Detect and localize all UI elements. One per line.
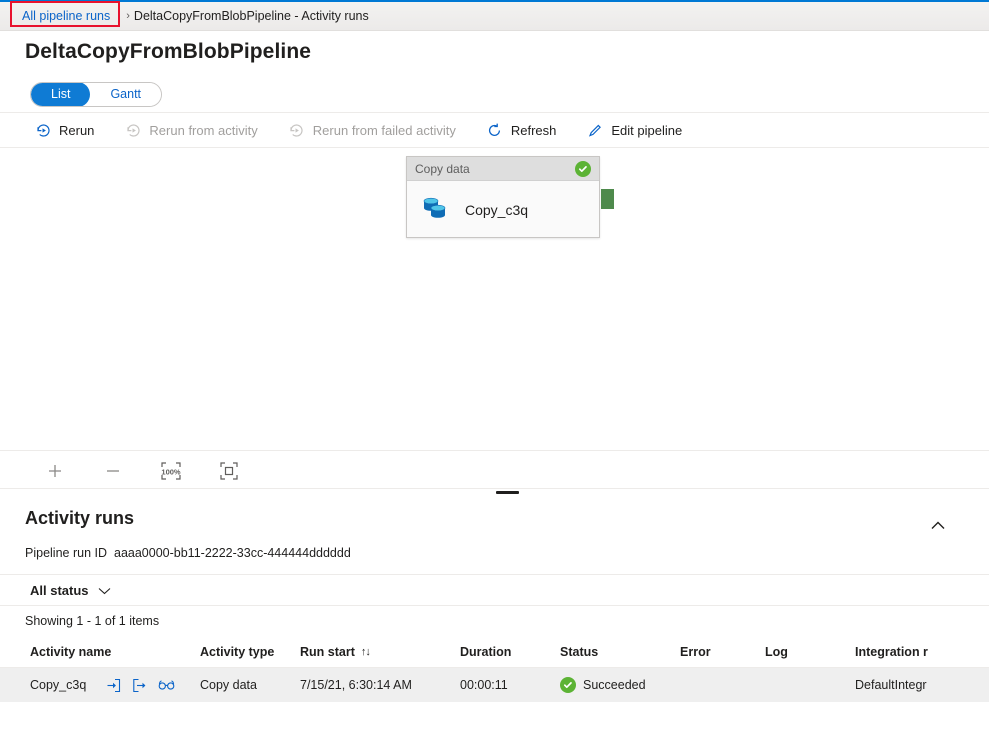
- activity-runs-table: Activity name Activity type Run start ↑↓…: [0, 636, 989, 702]
- rerun-from-activity-icon: [124, 121, 142, 139]
- canvas-zoom-controls: 100%: [0, 450, 989, 490]
- refresh-icon: [486, 121, 504, 139]
- status-badge-label: Succeeded: [583, 678, 646, 692]
- chevron-down-icon: [98, 583, 111, 598]
- cell-activity-name-label: Copy_c3q: [30, 678, 87, 692]
- activity-runs-header: Activity runs: [0, 496, 989, 540]
- rerun-from-activity-button[interactable]: Rerun from activity: [120, 117, 269, 143]
- activity-card-header: Copy data: [407, 157, 599, 181]
- pipeline-canvas[interactable]: Copy data Copy_c3q: [0, 148, 989, 448]
- refresh-label: Refresh: [510, 122, 557, 138]
- activity-runs-panel: Activity runs Pipeline run ID aaaa0000-b…: [0, 496, 989, 742]
- input-icon[interactable]: [106, 678, 121, 693]
- chevron-up-icon[interactable]: [927, 514, 949, 536]
- rerun-button[interactable]: Rerun: [30, 117, 106, 143]
- cell-duration: 00:00:11: [460, 678, 508, 692]
- activity-runs-filter-row: All status: [0, 574, 989, 606]
- activity-card-copy-data[interactable]: Copy data Copy_c3q: [406, 156, 600, 238]
- details-glasses-icon[interactable]: [158, 679, 175, 691]
- activity-card-type-label: Copy data: [415, 161, 470, 176]
- panel-splitter[interactable]: [0, 488, 989, 494]
- zoom-to-fit-icon[interactable]: [218, 460, 240, 482]
- cell-integration-runtime: DefaultIntegr: [855, 678, 927, 692]
- column-header-duration[interactable]: Duration: [460, 645, 560, 659]
- table-row[interactable]: Copy_c3q Copy data 7/15/21, 6:30:14 AM 0…: [0, 668, 989, 702]
- activity-output-connector[interactable]: [601, 189, 614, 209]
- breadcrumb-current-label: DeltaCopyFromBlobPipeline - Activity run…: [133, 9, 369, 23]
- activity-card-name: Copy_c3q: [465, 201, 529, 218]
- refresh-button[interactable]: Refresh: [482, 117, 569, 143]
- zoom-in-icon[interactable]: [44, 460, 66, 482]
- rerun-from-failed-activity-label: Rerun from failed activity: [312, 122, 456, 138]
- pipeline-run-id-value: aaaa0000-bb11-2222-33cc-444444dddddd: [114, 546, 351, 560]
- activity-runs-title: Activity runs: [25, 507, 135, 528]
- status-filter-label: All status: [30, 582, 89, 598]
- svg-text:100%: 100%: [161, 467, 181, 476]
- cell-run-start: 7/15/21, 6:30:14 AM: [300, 678, 412, 692]
- breadcrumb-separator-icon: ›: [126, 10, 130, 22]
- column-header-integration-runtime[interactable]: Integration r: [855, 645, 985, 659]
- edit-pipeline-label: Edit pipeline: [611, 122, 683, 138]
- rerun-from-failed-activity-button[interactable]: Rerun from failed activity: [284, 117, 468, 143]
- breadcrumb-link-label[interactable]: All pipeline runs: [22, 9, 110, 23]
- pipeline-run-id-label: Pipeline run ID: [25, 546, 107, 560]
- zoom-reset-icon[interactable]: 100%: [160, 460, 182, 482]
- success-check-icon: [575, 160, 591, 177]
- column-header-run-start[interactable]: Run start ↑↓: [300, 645, 460, 659]
- view-toggle-list[interactable]: List: [31, 83, 91, 106]
- cell-activity-type: Copy data: [200, 678, 257, 692]
- toolbar: Rerun Rerun from activity Rerun from fai…: [0, 112, 989, 148]
- edit-pipeline-button[interactable]: Edit pipeline: [582, 117, 694, 143]
- breadcrumb-all-pipeline-runs[interactable]: All pipeline runs: [10, 1, 120, 27]
- pencil-icon: [586, 121, 604, 139]
- column-header-activity-type[interactable]: Activity type: [200, 645, 300, 659]
- rerun-from-activity-label: Rerun from activity: [149, 122, 258, 138]
- cell-activity-name: Copy_c3q: [0, 678, 200, 693]
- splitter-handle[interactable]: [496, 491, 519, 494]
- page-title: DeltaCopyFromBlobPipeline: [25, 40, 312, 63]
- cell-status: Succeeded: [560, 677, 680, 693]
- status-badge-success-icon: [560, 677, 576, 693]
- rerun-label: Rerun: [59, 122, 95, 138]
- table-header-row: Activity name Activity type Run start ↑↓…: [0, 636, 989, 668]
- column-header-activity-name[interactable]: Activity name: [0, 645, 200, 659]
- column-header-status[interactable]: Status: [560, 645, 680, 659]
- pipeline-run-id-row: Pipeline run ID aaaa0000-bb11-2222-33cc-…: [0, 540, 989, 566]
- row-action-icons: [106, 678, 175, 693]
- view-toggle: List Gantt: [30, 82, 163, 107]
- showing-count-label: Showing 1 - 1 of 1 items: [25, 614, 160, 628]
- rerun-icon: [34, 121, 52, 139]
- view-toggle-gantt[interactable]: Gantt: [90, 83, 162, 106]
- rerun-from-failed-activity-icon: [288, 121, 306, 139]
- output-icon[interactable]: [132, 678, 147, 693]
- sort-arrows-icon: ↑↓: [360, 645, 371, 658]
- breadcrumb: All pipeline runs › DeltaCopyFromBlobPip…: [0, 1, 989, 31]
- column-header-log[interactable]: Log: [765, 645, 855, 659]
- activity-card-body: Copy_c3q: [407, 181, 599, 238]
- zoom-out-icon[interactable]: [102, 460, 124, 482]
- copy-data-icon: [421, 195, 451, 224]
- pipeline-run-page: All pipeline runs › DeltaCopyFromBlobPip…: [0, 0, 989, 742]
- column-header-error[interactable]: Error: [680, 645, 765, 659]
- column-header-run-start-label: Run start: [300, 644, 355, 659]
- status-filter-dropdown[interactable]: All status: [30, 583, 111, 598]
